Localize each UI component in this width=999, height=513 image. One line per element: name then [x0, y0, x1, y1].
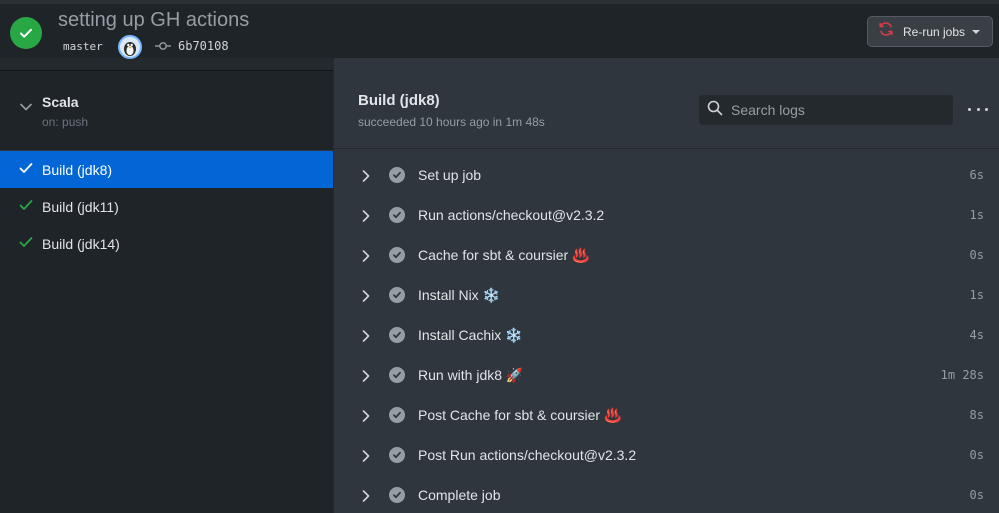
step-label: Install Cachix ❄️: [418, 327, 523, 343]
step-duration: 0s: [969, 448, 984, 462]
search-icon: [707, 100, 723, 121]
step-row[interactable]: Install Cachix ❄️ 4s: [334, 316, 999, 356]
branch-name[interactable]: master: [63, 40, 103, 53]
step-duration: 1m 28s: [940, 368, 984, 382]
check-circle-icon: [389, 407, 405, 423]
chevron-right-icon[interactable]: [362, 489, 370, 507]
chevron-down-icon[interactable]: [20, 98, 32, 116]
step-label: Set up job: [418, 167, 482, 183]
chevron-right-icon[interactable]: [362, 249, 370, 267]
job-label: Build (jdk11): [42, 198, 119, 215]
chevron-right-icon[interactable]: [362, 369, 370, 387]
search-logs-input[interactable]: [731, 102, 941, 118]
check-circle-icon: [389, 327, 405, 343]
step-label: Run with jdk8 🚀: [418, 367, 524, 383]
chevron-right-icon[interactable]: [362, 329, 370, 347]
check-icon: [19, 198, 33, 216]
check-circle-icon: [389, 247, 405, 263]
kebab-menu-icon[interactable]: [968, 101, 988, 117]
check-circle-icon: [389, 167, 405, 183]
workflow-summary[interactable]: Scala on: push: [0, 71, 333, 151]
job-title: Build (jdk8): [358, 92, 440, 109]
step-duration: 6s: [969, 168, 984, 182]
workflow-trigger: on: push: [42, 115, 89, 129]
step-row[interactable]: Post Run actions/checkout@v2.3.2 0s: [334, 436, 999, 476]
job-label: Build (jdk8): [42, 161, 113, 178]
chevron-right-icon[interactable]: [362, 169, 370, 187]
step-label: Run actions/checkout@v2.3.2: [418, 207, 605, 223]
sidebar-item-build-jdk8[interactable]: Build (jdk8): [0, 151, 333, 188]
step-row[interactable]: Cache for sbt & coursier ♨️ 0s: [334, 236, 999, 276]
commit-sha[interactable]: 6b70108: [178, 39, 229, 53]
chevron-right-icon[interactable]: [362, 289, 370, 307]
step-row[interactable]: Run with jdk8 🚀 1m 28s: [334, 356, 999, 396]
search-logs-box[interactable]: [698, 94, 954, 126]
step-row[interactable]: Set up job 6s: [334, 156, 999, 196]
sidebar: Scala on: push Build (jdk8) Build (jdk11…: [0, 70, 333, 513]
check-circle-icon: [389, 287, 405, 303]
check-circle-icon: [389, 447, 405, 463]
step-duration: 1s: [969, 208, 984, 222]
check-circle-icon: [10, 17, 42, 49]
run-title: setting up GH actions: [58, 9, 250, 31]
sidebar-item-build-jdk11[interactable]: Build (jdk11): [0, 188, 333, 225]
author-avatar[interactable]: [118, 35, 142, 59]
job-status-summary: succeeded 10 hours ago in 1m 48s: [358, 115, 545, 129]
step-label: Post Cache for sbt & coursier ♨️: [418, 407, 622, 423]
chevron-right-icon[interactable]: [362, 409, 370, 427]
job-label: Build (jdk14): [42, 235, 120, 252]
step-duration: 0s: [969, 248, 984, 262]
step-duration: 8s: [969, 408, 984, 422]
job-log-panel: Build (jdk8) succeeded 10 hours ago in 1…: [334, 58, 999, 513]
job-header: Build (jdk8) succeeded 10 hours ago in 1…: [334, 58, 999, 149]
check-circle-icon: [389, 367, 405, 383]
sidebar-item-build-jdk14[interactable]: Build (jdk14): [0, 225, 333, 262]
step-row[interactable]: Install Nix ❄️ 1s: [334, 276, 999, 316]
step-label: Install Nix ❄️: [418, 287, 501, 303]
step-duration: 4s: [969, 328, 984, 342]
chevron-right-icon[interactable]: [362, 449, 370, 467]
chevron-right-icon[interactable]: [362, 209, 370, 227]
step-row[interactable]: Run actions/checkout@v2.3.2 1s: [334, 196, 999, 236]
run-header: setting up GH actions master 6b70108 Re-…: [0, 4, 999, 59]
step-row[interactable]: Complete job 0s: [334, 476, 999, 513]
step-label: Post Run actions/checkout@v2.3.2: [418, 447, 637, 463]
sync-icon: [878, 21, 894, 42]
step-duration: 0s: [969, 488, 984, 502]
step-label: Complete job: [418, 487, 501, 503]
workflow-name: Scala: [42, 94, 79, 110]
step-row[interactable]: Post Cache for sbt & coursier ♨️ 8s: [334, 396, 999, 436]
check-circle-icon: [389, 487, 405, 503]
git-commit-icon: [155, 39, 171, 57]
step-label: Cache for sbt & coursier ♨️: [418, 247, 590, 263]
check-circle-icon: [389, 207, 405, 223]
rerun-jobs-button[interactable]: Re-run jobs: [867, 16, 993, 47]
caret-down-icon: [972, 29, 981, 34]
step-duration: 1s: [969, 288, 984, 302]
check-icon: [19, 235, 33, 253]
rerun-jobs-label: Re-run jobs: [903, 24, 966, 39]
check-icon: [19, 161, 33, 179]
